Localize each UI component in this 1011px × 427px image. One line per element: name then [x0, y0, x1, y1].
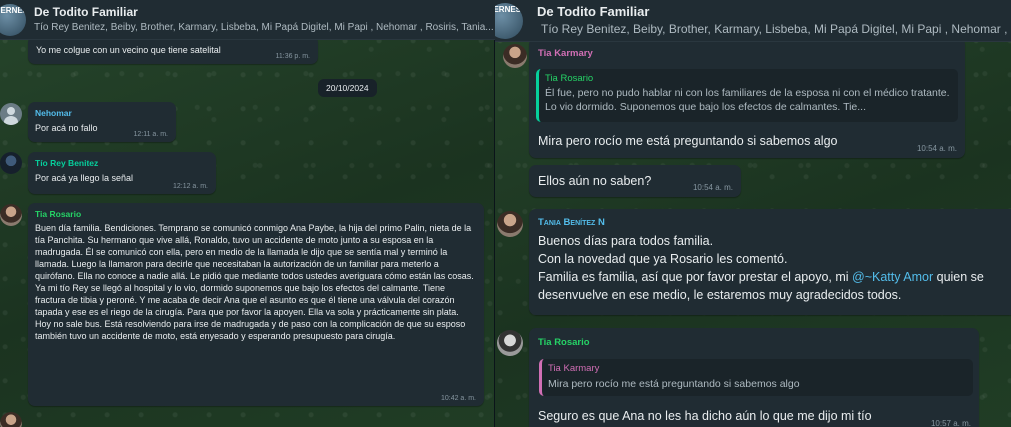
message-time: 10:54 a. m.	[692, 183, 733, 192]
message-text: Ellos aún no saben?	[538, 174, 652, 188]
quoted-message[interactable]: Tia Rosario Él fue, pero no pudo hablar …	[536, 69, 958, 122]
message-time: 12:12 a. m.	[172, 183, 208, 190]
message-bubble[interactable]: Tania Benítez N Buenos días para todos f…	[529, 209, 1011, 315]
message-bubble[interactable]: Nehomar Por acá no fallo 12:11 a. m.	[28, 102, 176, 142]
message-bubble[interactable]: Yo me colgue con un vecino que tiene sat…	[28, 36, 318, 64]
avatar[interactable]	[497, 330, 523, 356]
message-text: Buen día familia. Bendiciones. Temprano …	[35, 223, 474, 341]
message-bubble[interactable]: Tia Rosario Tia Karmary Mira pero rocío …	[529, 328, 979, 427]
message-time: 10:54 a. m.	[916, 144, 957, 153]
sender-name[interactable]: Nehomar	[35, 108, 72, 118]
message-line: Familia es familia, así que por favor pr…	[538, 268, 1011, 286]
message-line-text: Familia es familia, así que por favor pr…	[538, 270, 853, 284]
message-bubble[interactable]: Tío Rey Benitez Por acá ya llego la seña…	[28, 152, 216, 194]
group-title: De Todito Familiar	[34, 5, 138, 19]
message-text: Por acá ya llego la señal	[35, 173, 134, 183]
chat-header[interactable]: JERNES De Todito Familiar Tío Rey Benite…	[495, 0, 1011, 42]
chat-header[interactable]: JERNES De Todito Familiar Tío Rey Benite…	[0, 0, 495, 40]
group-title: De Todito Familiar	[537, 4, 650, 19]
sender-name[interactable]: Tío Rey Benitez	[35, 158, 98, 168]
message-line: Buenos días para todos familia.	[538, 234, 714, 248]
message-body: Buenos días para todos familia. Con la n…	[538, 232, 1011, 304]
quote-text: Mira pero rocío me está preguntando si s…	[548, 378, 800, 390]
message-text: Seguro es que Ana no les ha dicho aún lo…	[538, 409, 872, 423]
message-time: 11:36 p. m.	[275, 53, 310, 60]
date-chip: 20/10/2024	[318, 79, 377, 97]
sender-name[interactable]: Tia Karmary	[538, 48, 593, 59]
message-bubble[interactable]: Tia Karmary Tia Rosario Él fue, pero no …	[529, 38, 965, 158]
avatar[interactable]	[0, 204, 22, 226]
group-members: Tío Rey Benitez, Beiby, Brother, Karmary…	[34, 22, 494, 33]
mention-link[interactable]: @~Katty Amor	[852, 270, 933, 284]
quote-author: Tia Karmary	[548, 363, 600, 374]
quote-author: Tia Rosario	[545, 73, 594, 84]
quoted-message[interactable]: Tia Karmary Mira pero rocío me está preg…	[539, 359, 973, 396]
avatar[interactable]	[497, 211, 523, 237]
message-time: 10:57 a. m.	[930, 419, 971, 427]
left-chat-pane: JERNES De Todito Familiar Tío Rey Benite…	[0, 0, 495, 427]
message-time: 12:11 a. m.	[133, 131, 168, 138]
group-members: Tío Rey Benitez, Beiby, Brother, Karmary…	[541, 22, 1011, 36]
sender-name[interactable]: Tia Rosario	[35, 209, 81, 219]
avatar[interactable]	[0, 152, 22, 174]
message-line: desenvuelve en ese medio, le estaremos m…	[538, 288, 902, 302]
group-avatar-text: JERNES	[0, 6, 26, 15]
avatar[interactable]	[503, 44, 527, 68]
message-line: Con la novedad que ya Rosario les coment…	[538, 252, 788, 266]
message-bubble[interactable]: Ellos aún no saben? 10:54 a. m.	[529, 165, 741, 197]
avatar[interactable]	[0, 412, 22, 427]
group-avatar[interactable]: JERNES	[0, 4, 26, 36]
message-text: Yo me colgue con un vecino que tiene sat…	[36, 45, 221, 55]
group-avatar[interactable]: JERNES	[495, 3, 523, 39]
sender-name[interactable]: Tia Rosario	[538, 337, 590, 348]
message-text: Mira pero rocío me está preguntando si s…	[538, 134, 838, 148]
message-line-text: quien se	[933, 270, 984, 284]
avatar[interactable]	[0, 103, 22, 125]
quote-text: Él fue, pero no pudo hablar ni con los f…	[545, 87, 950, 113]
right-chat-pane: JERNES De Todito Familiar Tío Rey Benite…	[495, 0, 1011, 427]
group-avatar-text: JERNES	[495, 5, 522, 14]
sender-name[interactable]: Tania Benítez N	[538, 217, 605, 228]
message-bubble[interactable]: Tia Rosario Buen día familia. Bendicione…	[28, 203, 484, 406]
message-text: Por acá no fallo	[35, 123, 98, 133]
message-time: 10:42 a. m.	[440, 395, 476, 402]
